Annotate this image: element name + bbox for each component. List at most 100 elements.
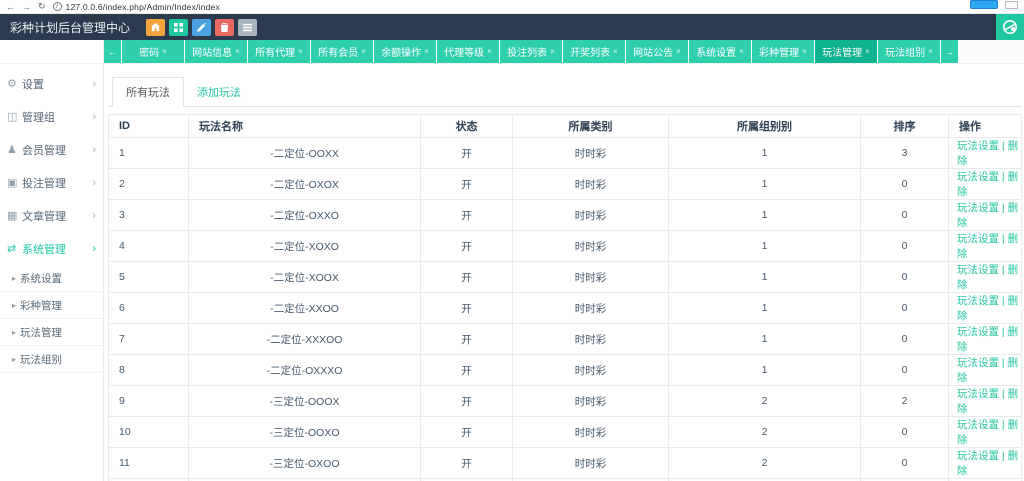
refresh-icon[interactable]: ↻ bbox=[38, 1, 46, 12]
nav-tab[interactable]: 网站信息 × bbox=[185, 40, 247, 63]
cell-category: 时时彩 bbox=[512, 354, 669, 386]
play-settings-link[interactable]: 玩法设置 bbox=[957, 202, 999, 214]
play-settings-link[interactable]: 玩法设置 bbox=[957, 171, 999, 183]
cell-sort: 0 bbox=[860, 168, 949, 200]
table-body: 1 -二定位-OOXX 开时时彩 1 3 玩法设置 | 删除 2 -二定位-OXOX 开时时彩 1… bbox=[108, 137, 1022, 481]
articles-icon: ▦ bbox=[7, 210, 18, 222]
back-icon[interactable]: ← bbox=[6, 2, 15, 12]
browser-extension-badge[interactable] bbox=[970, 0, 998, 9]
tab-close-icon[interactable]: × bbox=[928, 47, 933, 56]
nav-tab-label: 投注列表 bbox=[507, 48, 548, 59]
system-icon: ⇄ bbox=[7, 243, 17, 255]
table-row: 1 -二定位-OOXX 开时时彩 1 3 玩法设置 | 删除 bbox=[108, 137, 1022, 169]
sidebar-subitem[interactable]: ▸ 彩种管理 bbox=[0, 292, 103, 319]
sidebar-item[interactable]: ⇄ 系统管理 › bbox=[0, 232, 103, 265]
tab-close-icon[interactable]: × bbox=[676, 47, 681, 56]
nav-tab[interactable]: 系统设置 × bbox=[689, 40, 751, 63]
tab-close-icon[interactable]: × bbox=[613, 47, 618, 56]
cell-sort: 0 bbox=[860, 416, 949, 448]
page-info-icon[interactable]: i bbox=[52, 2, 62, 11]
cell-name: -二定位-OXXXO bbox=[188, 354, 421, 386]
play-settings-link[interactable]: 玩法设置 bbox=[957, 450, 999, 462]
nav-tab[interactable]: 玩法组别 × bbox=[878, 40, 940, 63]
tab-scroll-right[interactable]: → bbox=[941, 40, 958, 63]
action-separator: | bbox=[999, 140, 1008, 152]
forward-icon[interactable]: → bbox=[22, 2, 31, 12]
cell-name: -二定位-OXOX bbox=[188, 168, 421, 200]
nav-tab[interactable]: 玩法管理 × bbox=[815, 40, 877, 63]
sidebar-subitem-label: 系统设置 bbox=[20, 272, 63, 285]
nav-tab-label: 密码 bbox=[139, 48, 160, 59]
cell-name: -二定位-XXXOO bbox=[188, 323, 421, 355]
tab-close-icon[interactable]: × bbox=[298, 47, 303, 56]
tab-close-icon[interactable]: × bbox=[550, 47, 555, 56]
sidebar-item[interactable]: ▣ 投注管理 › bbox=[0, 166, 103, 199]
browser-widget[interactable] bbox=[1005, 1, 1018, 9]
nav-tab-label: 开奖列表 bbox=[570, 48, 611, 59]
tab-close-icon[interactable]: × bbox=[361, 47, 366, 56]
play-settings-link[interactable]: 玩法设置 bbox=[957, 357, 999, 369]
caret-right-icon: ▸ bbox=[12, 327, 17, 337]
nav-tab[interactable]: 所有会员 × bbox=[311, 40, 373, 63]
play-settings-link[interactable]: 玩法设置 bbox=[957, 388, 999, 400]
delete-button[interactable] bbox=[215, 18, 235, 36]
address-bar[interactable]: 127.0.0.6/index.php/Admin/Index/index bbox=[66, 2, 220, 12]
cell-actions: 玩法设置 | 删除 bbox=[948, 385, 1022, 417]
nav-tab-label: 玩法管理 bbox=[822, 48, 863, 59]
subtab[interactable]: 所有玩法 bbox=[112, 77, 184, 107]
grid-button[interactable] bbox=[169, 18, 189, 36]
cell-name: -三定位-OOOX bbox=[188, 385, 421, 417]
home-button[interactable] bbox=[146, 18, 166, 36]
nav-tab[interactable]: 投注列表 × bbox=[500, 40, 562, 63]
cell-status: 开 bbox=[420, 137, 513, 169]
cell-actions: 玩法设置 | 删除 bbox=[948, 137, 1022, 169]
tab-close-icon[interactable]: × bbox=[739, 47, 744, 56]
cell-sort: 0 bbox=[860, 199, 949, 231]
nav-tab[interactable]: 所有代理 × bbox=[248, 40, 310, 63]
sidebar-subitem[interactable]: ▸ 系统设置 bbox=[0, 265, 103, 292]
tab-close-icon[interactable]: × bbox=[424, 47, 429, 56]
gear-icon: ⚙ bbox=[7, 78, 17, 90]
nav-tab[interactable]: 余额操作 × bbox=[374, 40, 436, 63]
main-panel: 所有玩法 添加玩法 ID 玩法名称 状态 所属类别 所属组别别 排序 操作 1 -二定位-OOX… bbox=[104, 64, 1024, 481]
tab-close-icon[interactable]: × bbox=[802, 47, 807, 56]
play-settings-link[interactable]: 玩法设置 bbox=[957, 264, 999, 276]
nav-tab[interactable]: 彩种管理 × bbox=[752, 40, 814, 63]
tab-close-icon[interactable]: × bbox=[487, 47, 492, 56]
play-settings-link[interactable]: 玩法设置 bbox=[957, 326, 999, 338]
play-settings-link[interactable]: 玩法设置 bbox=[957, 140, 999, 152]
nav-tab[interactable]: 网站公告 × bbox=[626, 40, 688, 63]
edit-button[interactable] bbox=[192, 18, 212, 36]
sidebar-item[interactable]: ◫ 管理组 › bbox=[0, 100, 103, 133]
sidebar-item[interactable]: ⚙ 设置 › bbox=[0, 67, 103, 100]
cell-category: 时时彩 bbox=[512, 230, 669, 262]
play-settings-link[interactable]: 玩法设置 bbox=[957, 419, 999, 431]
list-button[interactable] bbox=[238, 18, 258, 36]
play-settings-link[interactable]: 玩法设置 bbox=[957, 233, 999, 245]
nav-tab[interactable]: 密码 × bbox=[122, 40, 184, 63]
tab-close-icon[interactable]: × bbox=[865, 47, 870, 56]
open-tabs-bar: ← 密码 × 网站信息 × 所有代理 × 所有会员 × 余额操作 × 代理等级 × 投注列表 × 开奖列表 ×… bbox=[0, 40, 1024, 64]
cell-actions: 玩法设置 | 删除 bbox=[948, 354, 1022, 386]
cell-status: 开 bbox=[420, 168, 513, 200]
column-header: 状态 bbox=[420, 114, 513, 138]
cell-actions: 玩法设置 | 删除 bbox=[948, 447, 1022, 479]
helm-icon bbox=[1003, 20, 1017, 34]
tab-close-icon[interactable]: × bbox=[162, 47, 167, 56]
nav-tab[interactable]: 开奖列表 × bbox=[563, 40, 625, 63]
subtab[interactable]: 添加玩法 bbox=[184, 78, 254, 106]
action-separator: | bbox=[999, 388, 1008, 400]
cell-sort: 0 bbox=[860, 230, 949, 262]
tab-close-icon[interactable]: × bbox=[235, 47, 240, 56]
cell-actions: 玩法设置 | 删除 bbox=[948, 292, 1022, 324]
nav-tab[interactable]: 代理等级 × bbox=[437, 40, 499, 63]
tab-scroll-left[interactable]: ← bbox=[104, 40, 121, 63]
play-settings-link[interactable]: 玩法设置 bbox=[957, 295, 999, 307]
sidebar-subitem[interactable]: ▸ 玩法组别 bbox=[0, 346, 103, 373]
nav-tab-label: 网站信息 bbox=[192, 48, 233, 59]
sidebar-subitem[interactable]: ▸ 玩法管理 bbox=[0, 319, 103, 346]
fullscreen-button[interactable] bbox=[996, 14, 1024, 40]
sidebar-item[interactable]: ▦ 文章管理 › bbox=[0, 199, 103, 232]
nav-tab-label: 代理等级 bbox=[444, 48, 485, 59]
sidebar-item[interactable]: ♟ 会员管理 › bbox=[0, 133, 103, 166]
